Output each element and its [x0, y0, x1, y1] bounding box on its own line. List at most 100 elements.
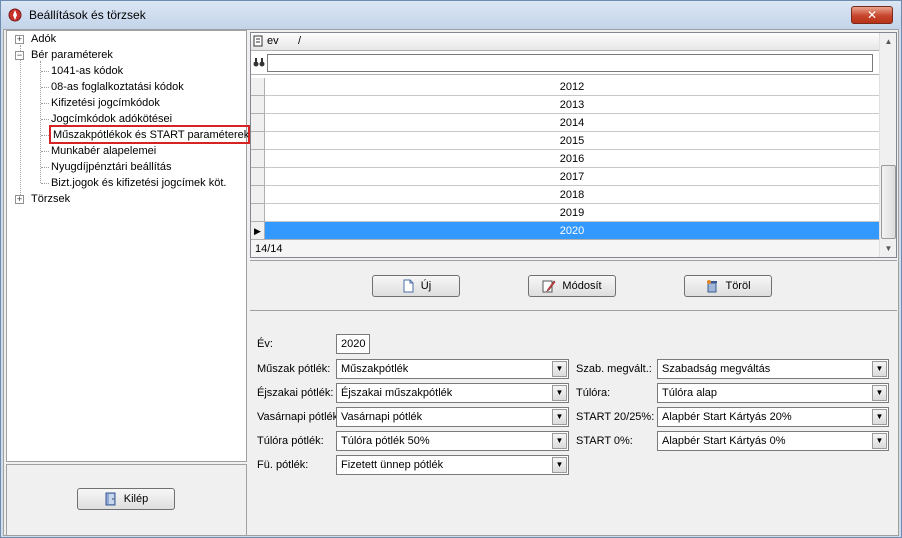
start-20-25-label: START 20/25%: — [576, 411, 655, 423]
exit-button-label: Kilép — [123, 493, 149, 505]
window-title: Beállítások és törzsek — [29, 8, 146, 22]
dropdown-arrow-icon[interactable]: ▼ — [872, 433, 887, 449]
select-value: Alapbér Start Kártyás 20% — [662, 411, 792, 423]
row-indicator[interactable] — [251, 78, 265, 96]
edit-icon — [542, 280, 556, 293]
tree-item-nyugdijpenztari[interactable]: Nyugdíjpénztári beállítás — [51, 160, 171, 175]
grid-header: ev / — [251, 33, 879, 51]
overtime-bonus-label: Túlóra pótlék: — [257, 435, 324, 447]
tree-item-label: 08-as foglalkoztatási kódok — [51, 81, 184, 93]
sunday-bonus-select[interactable]: Vasárnapi pótlék ▼ — [336, 407, 569, 427]
tree-item-bizt-jogok[interactable]: Bizt.jogok és kifizetési jogcímek köt. — [51, 176, 226, 191]
table-row[interactable]: 2014 — [265, 114, 879, 132]
select-value: Túlóra alap — [662, 387, 718, 399]
expand-icon[interactable]: + — [15, 195, 24, 204]
table-row[interactable]: 2012 — [265, 78, 879, 96]
tree-connector — [41, 135, 49, 136]
table-row[interactable]: 2013 — [265, 96, 879, 114]
tree-item-label: Kifizetési jogcímkódok — [51, 97, 160, 109]
tree-item-label: Bér paraméterek — [31, 49, 113, 61]
tree-connector — [41, 87, 49, 88]
title-bar[interactable]: Beállítások és törzsek ✕ — [1, 1, 901, 29]
select-value: Éjszakai műszakpótlék — [341, 387, 453, 399]
tree-connector — [41, 103, 49, 104]
door-exit-icon — [105, 492, 116, 506]
dropdown-arrow-icon[interactable]: ▼ — [552, 385, 567, 401]
select-value: Alapbér Start Kártyás 0% — [662, 435, 786, 447]
holiday-bonus-select[interactable]: Fizetett ünnep pótlék ▼ — [336, 455, 569, 475]
collapse-icon[interactable]: − — [15, 51, 24, 60]
leave-compensation-select[interactable]: Szabadság megváltás ▼ — [657, 359, 889, 379]
scroll-thumb[interactable] — [881, 165, 896, 239]
delete-button[interactable]: Töröl — [684, 275, 772, 297]
table-row[interactable]: 2016 — [265, 150, 879, 168]
new-button[interactable]: Új — [372, 275, 460, 297]
close-button[interactable]: ✕ — [851, 6, 893, 24]
delete-icon — [707, 280, 718, 293]
dropdown-arrow-icon[interactable]: ▼ — [552, 361, 567, 377]
dropdown-arrow-icon[interactable]: ▼ — [872, 409, 887, 425]
row-indicator[interactable] — [251, 204, 265, 222]
scroll-down-icon[interactable]: ▼ — [880, 240, 897, 257]
tree-item-label: Adók — [31, 33, 57, 45]
row-indicator[interactable] — [251, 114, 265, 132]
vertical-scrollbar[interactable]: ▲ ▼ — [879, 33, 896, 257]
sunday-bonus-label: Vasárnapi pótlék — [257, 411, 339, 423]
start-0-select[interactable]: Alapbér Start Kártyás 0% ▼ — [657, 431, 889, 451]
expand-icon[interactable]: + — [15, 35, 24, 44]
settings-tree: + Adók − Bér paraméterek 1041-as kódok 0… — [6, 30, 250, 462]
dropdown-arrow-icon[interactable]: ▼ — [552, 409, 567, 425]
overtime-select[interactable]: Túlóra alap ▼ — [657, 383, 889, 403]
start-20-25-select[interactable]: Alapbér Start Kártyás 20% ▼ — [657, 407, 889, 427]
tree-connector — [41, 183, 49, 184]
dropdown-arrow-icon[interactable]: ▼ — [872, 385, 887, 401]
modify-button-label: Módosít — [562, 280, 602, 292]
select-value: Műszakpótlék — [341, 363, 409, 375]
table-row[interactable]: 2017 — [265, 168, 879, 186]
tree-connector — [41, 151, 49, 152]
year-field[interactable]: 2020 — [336, 334, 370, 354]
modify-button[interactable]: Módosít — [528, 275, 616, 297]
row-indicator[interactable] — [251, 132, 265, 150]
exit-button[interactable]: Kilép — [77, 488, 175, 510]
row-indicator[interactable] — [251, 96, 265, 114]
tree-connector — [41, 71, 49, 72]
tree-connector — [41, 167, 49, 168]
tree-item-label: Nyugdíjpénztári beállítás — [51, 161, 172, 173]
row-indicator[interactable]: ▶ — [251, 222, 265, 240]
dropdown-arrow-icon[interactable]: ▼ — [872, 361, 887, 377]
table-row[interactable]: 2019 — [265, 204, 879, 222]
divider — [250, 310, 897, 311]
tree-item-label: Jogcímkódok adókötései — [51, 113, 173, 125]
dropdown-arrow-icon[interactable]: ▼ — [552, 433, 567, 449]
year-grid: ev / 2012 2013 2014 2015 2016 2017 2018 2019 ▶ 20… — [250, 32, 897, 258]
tree-item-08-kodok[interactable]: 08-as foglalkoztatási kódok — [51, 80, 184, 95]
night-bonus-select[interactable]: Éjszakai műszakpótlék ▼ — [336, 383, 569, 403]
row-indicator[interactable] — [251, 150, 265, 168]
tree-item-kifizetesi-jogcimkodok[interactable]: Kifizetési jogcímkódok — [51, 96, 160, 111]
tree-item-1041-kodok[interactable]: 1041-as kódok — [51, 64, 123, 79]
select-value: Túlóra pótlék 50% — [341, 435, 430, 447]
table-row[interactable]: 2015 — [265, 132, 879, 150]
sort-indicator: / — [298, 35, 302, 47]
holiday-bonus-label: Fü. pótlék: — [257, 459, 309, 471]
column-chooser-icon[interactable] — [253, 35, 264, 48]
table-row[interactable]: 2020 — [265, 222, 879, 240]
settings-window: Beállítások és törzsek ✕ + Adók − Bér pa… — [0, 0, 902, 538]
table-row[interactable]: 2018 — [265, 186, 879, 204]
row-indicator[interactable] — [251, 186, 265, 204]
shift-bonus-select[interactable]: Műszakpótlék ▼ — [336, 359, 569, 379]
select-value: Vasárnapi pótlék — [341, 411, 423, 423]
current-row-arrow-icon: ▶ — [254, 226, 261, 236]
column-header-ev[interactable]: ev — [267, 35, 279, 47]
filter-input[interactable] — [267, 54, 873, 72]
tree-connector — [20, 45, 21, 199]
dropdown-arrow-icon[interactable]: ▼ — [552, 457, 567, 473]
overtime-bonus-select[interactable]: Túlóra pótlék 50% ▼ — [336, 431, 569, 451]
scroll-up-icon[interactable]: ▲ — [880, 33, 897, 50]
record-counter: 14/14 — [251, 239, 879, 257]
tree-item-munkaber-alapelemei[interactable]: Munkabér alapelemei — [51, 144, 156, 159]
row-indicator[interactable] — [251, 168, 265, 186]
select-value: Szabadság megváltás — [662, 363, 771, 375]
start-0-label: START 0%: — [576, 435, 633, 447]
